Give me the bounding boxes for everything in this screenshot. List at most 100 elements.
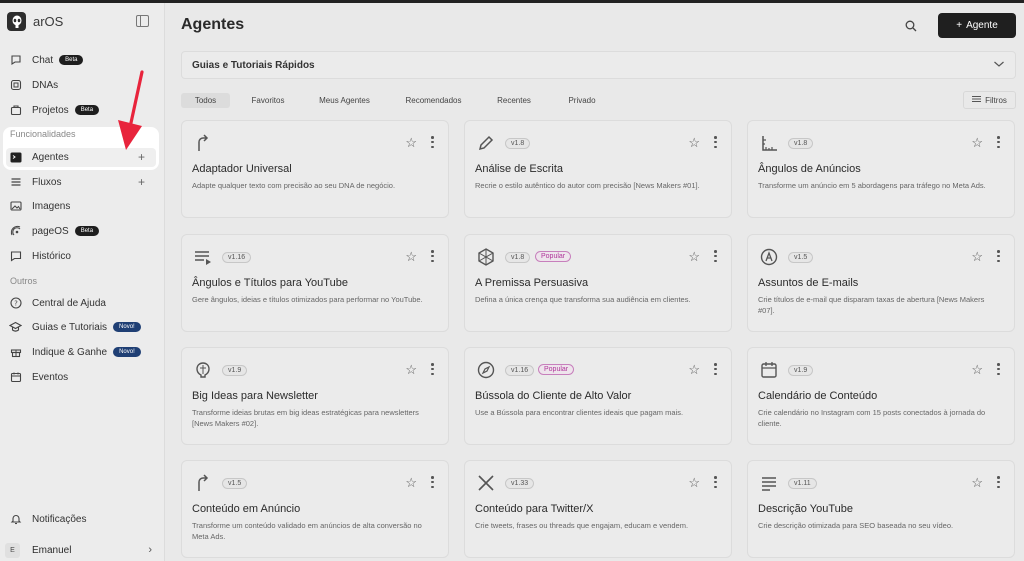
agent-description: Recrie o estilo autêntico do autor com p… (475, 181, 700, 190)
add-flow-icon[interactable]: + (138, 175, 145, 189)
search-icon[interactable] (905, 19, 917, 37)
star-icon[interactable]: ☆ (405, 135, 417, 151)
agent-card[interactable]: v1.16 Popular ☆ Bússola do Cliente de Alto … (464, 347, 732, 445)
guides-accordion[interactable]: Guias e Tutoriais Rápidos (181, 51, 1016, 79)
star-icon[interactable]: ☆ (688, 249, 700, 265)
page-title: Agentes (181, 16, 245, 33)
bell-icon (9, 513, 22, 526)
tab-recentes[interactable]: Recentes (484, 93, 544, 108)
filters-button[interactable]: Filtros (963, 91, 1016, 109)
sidebar-item-label: Agentes (32, 151, 69, 163)
star-icon[interactable]: ☆ (688, 135, 700, 151)
sidebar-item-imagens[interactable]: Imagens (0, 195, 165, 217)
sidebar-item-label: DNAs (32, 79, 59, 91)
chevron-right-icon: › (148, 544, 152, 556)
agent-card[interactable]: v1.33 ☆ Conteúdo para Twitter/X Crie tweets… (464, 460, 732, 558)
sidebar-item-label: pageOS (32, 225, 69, 237)
sidebar-item-eventos[interactable]: Eventos (0, 366, 165, 388)
sidebar-item-pageos[interactable]: pageOS Beta (0, 220, 165, 242)
redo-arrow-icon (194, 134, 212, 152)
more-options-icon[interactable] (714, 136, 717, 148)
section-features: Funcionalidades (10, 129, 76, 139)
agent-card[interactable]: v1.9 ☆ Calendário de Conteúdo Crie calendár… (747, 347, 1015, 445)
agent-card[interactable]: v1.16 ☆ Ângulos e Títulos para YouTube Gere… (181, 234, 449, 332)
sidebar-item-label: Chat (32, 54, 54, 66)
tab-todos[interactable]: Todos (181, 92, 230, 108)
new-agent-button[interactable]: + Agente (938, 13, 1016, 38)
terminal-icon (9, 151, 22, 164)
graduation-cap-icon (9, 321, 22, 334)
sidebar-item-guias[interactable]: Guias e Tutoriais Novo! (0, 316, 165, 338)
more-options-icon[interactable] (714, 476, 717, 488)
pen-icon (477, 134, 495, 152)
popular-badge: Popular (535, 251, 572, 262)
agent-card[interactable]: v1.9 ☆ Big Ideas para Newsletter Transforme… (181, 347, 449, 445)
star-icon[interactable]: ☆ (405, 362, 417, 378)
star-icon[interactable]: ☆ (971, 362, 983, 378)
brand[interactable]: arOS (7, 12, 63, 31)
sidebar-item-label: Projetos (32, 104, 69, 116)
plus-icon: + (956, 20, 963, 31)
more-options-icon[interactable] (714, 250, 717, 262)
agent-card[interactable]: v1.8 ☆ Análise de Escrita Recrie o estilo a… (464, 120, 732, 218)
agent-title: Assuntos de E-mails (758, 277, 859, 289)
star-icon[interactable]: ☆ (688, 362, 700, 378)
message-square-icon (9, 250, 22, 263)
app-name: arOS (33, 14, 64, 29)
star-icon[interactable]: ☆ (405, 475, 417, 491)
agent-title: Ângulos de Anúncios (758, 163, 861, 175)
more-options-icon[interactable] (431, 476, 434, 488)
sidebar-item-label: Fluxos (32, 176, 62, 188)
more-options-icon[interactable] (997, 250, 1000, 262)
agent-card[interactable]: v1.5 ☆ Conteúdo em Anúncio Transforme um co… (181, 460, 449, 558)
more-options-icon[interactable] (431, 363, 434, 375)
star-icon[interactable]: ☆ (971, 475, 983, 491)
alien-logo-icon (7, 12, 26, 31)
sidebar-item-fluxos[interactable]: Fluxos + (0, 171, 165, 193)
star-icon[interactable]: ☆ (971, 135, 983, 151)
tab-meus-agentes[interactable]: Meus Agentes (306, 93, 383, 108)
tab-favoritos[interactable]: Favoritos (230, 93, 306, 108)
agent-card[interactable]: v1.8 Popular ☆ A Premissa Persuasiva Defina … (464, 234, 732, 332)
more-options-icon[interactable] (997, 136, 1000, 148)
version-badge: v1.8 (788, 138, 814, 149)
agent-card[interactable]: v1.8 ☆ Ângulos de Anúncios Transforme um an… (747, 120, 1015, 218)
star-icon[interactable]: ☆ (405, 249, 417, 265)
sidebar-item-notificacoes[interactable]: Notificações (0, 508, 165, 530)
beta-badge: Beta (59, 55, 84, 65)
image-icon (9, 200, 22, 213)
sidebar-item-label: Guias e Tutoriais (32, 321, 108, 333)
tab-privado[interactable]: Privado (544, 93, 620, 108)
sidebar-item-central-de-ajuda[interactable]: ? Central de Ajuda (0, 292, 165, 314)
sidebar-item-historico[interactable]: Histórico (0, 245, 165, 267)
agent-card[interactable]: v1.5 ☆ Assuntos de E-mails Crie títulos de … (747, 234, 1015, 332)
agent-title: Calendário de Conteúdo (758, 390, 878, 402)
sidebar-toggle-icon[interactable] (136, 15, 149, 27)
sidebar-item-label: Eventos (32, 371, 69, 383)
filter-tabs: Todos Favoritos Meus Agentes Recomendado… (181, 92, 620, 108)
star-icon[interactable]: ☆ (688, 475, 700, 491)
more-options-icon[interactable] (431, 250, 434, 262)
agent-title: Conteúdo em Anúncio (192, 503, 301, 515)
version-badge: v1.16 (505, 365, 535, 376)
version-badge: v1.5 (222, 478, 248, 489)
sidebar-item-label: Notificações (32, 513, 87, 525)
network-icon (477, 248, 495, 266)
sidebar-item-chat[interactable]: Chat Beta (0, 49, 165, 71)
list-play-icon (194, 248, 212, 266)
more-options-icon[interactable] (997, 363, 1000, 375)
more-options-icon[interactable] (431, 136, 434, 148)
agent-card[interactable]: ☆ Adaptador Universal Adapte qualquer text… (181, 120, 449, 218)
more-options-icon[interactable] (714, 363, 717, 375)
more-options-icon[interactable] (997, 476, 1000, 488)
agent-title: A Premissa Persuasiva (475, 277, 589, 289)
sidebar-item-indique[interactable]: Indique & Ganhe Novo! (0, 341, 165, 363)
agent-card[interactable]: v1.11 ☆ Descrição YouTube Crie descrição ot… (747, 460, 1015, 558)
agent-description: Crie títulos de e-mail que disparam taxa… (758, 295, 985, 315)
user-menu[interactable]: E Emanuel › (5, 540, 158, 560)
star-icon[interactable]: ☆ (971, 249, 983, 265)
tab-recomendados[interactable]: Recomendados (383, 93, 484, 108)
agent-description: Adapte qualquer texto com precisão ao se… (192, 181, 396, 190)
agent-description: Gere ângulos, ideias e títulos otimizado… (192, 295, 423, 304)
new-agent-label: Agente (966, 20, 998, 31)
